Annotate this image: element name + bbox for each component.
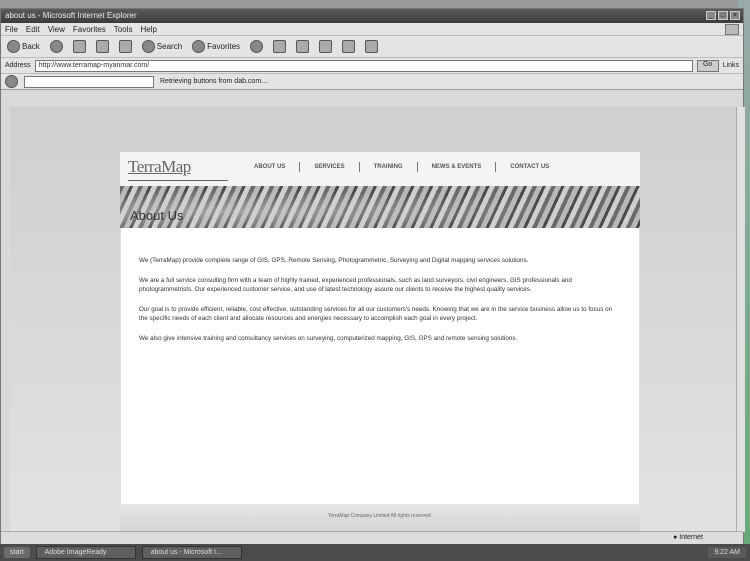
paragraph-2: We are a full service consulting firm wi… [139,277,572,293]
zone-indicator: ● Internet [673,534,703,541]
menu-bar: File Edit View Favorites Tools Help [1,23,743,36]
edit-icon [319,40,333,53]
nav-training[interactable]: TRAINING [358,162,417,172]
mail-button[interactable] [271,39,288,54]
star-icon [192,40,206,53]
back-label: Back [22,42,40,51]
status-bar: ● Internet [1,531,743,544]
menu-edit[interactable]: Edit [26,25,40,34]
logo-text: TerraMap [128,157,191,176]
print-icon [296,40,310,53]
close-button[interactable]: × [730,11,740,20]
menu-view[interactable]: View [48,25,65,34]
favorites-label: Favorites [207,42,241,51]
page-title: About Us [130,208,184,223]
edit-button[interactable] [317,39,334,54]
back-button[interactable]: Back [5,39,42,54]
menu-tools[interactable]: Tools [114,25,133,34]
paragraph-3: Our goal is to provide efficient, reliab… [139,306,613,322]
mail-icon [273,40,287,53]
search-label: Search [156,42,183,51]
address-label: Address [5,62,31,69]
print-button[interactable] [294,39,311,54]
window-title: about us - Microsoft Internet Explorer [5,11,137,20]
toolbar-search-input[interactable] [24,75,154,88]
nav-contact-us[interactable]: CONTACT US [495,162,563,172]
minimize-button[interactable]: _ [706,11,716,20]
paragraph-4: We also give intensive training and cons… [139,335,518,342]
paragraph-1: We (TerraMap) provide complete range of … [139,257,529,264]
nav-news-events[interactable]: NEWS & EVENTS [416,162,496,172]
media-icon [250,40,264,53]
address-bar: Address http://www.terramap-myanmar.com/… [1,58,743,74]
go-button[interactable]: Go [696,59,719,72]
home-button[interactable] [117,39,134,54]
taskbar-item-browser[interactable]: about us - Microsoft I... [141,546,242,559]
page-viewport: TerraMap ABOUT US SERVICES TRAINING NEWS… [10,107,745,532]
menu-file[interactable]: File [5,25,18,34]
toolbar-status-text: Retrieving buttons from dab.com.... [160,78,269,85]
forward-button[interactable] [48,39,65,54]
banner-fade [120,186,640,228]
refresh-button[interactable] [94,39,111,54]
vertical-scrollbar[interactable] [736,107,745,532]
discuss-icon [342,40,356,53]
browser-window: about us - Microsoft Internet Explorer _… [0,8,745,544]
start-button[interactable]: start [4,547,30,558]
title-bar: about us - Microsoft Internet Explorer _… [1,9,743,23]
windows-flag-icon [725,24,739,35]
refresh-icon [95,40,109,53]
header-banner: About Us [120,186,640,228]
messenger-icon [365,40,379,53]
stop-button[interactable] [71,39,88,54]
stop-icon [72,40,86,53]
site-footer: TerraMap Company Limited All rights rese… [120,504,640,532]
standard-toolbar: Back Search Favorites [1,36,743,58]
media-button[interactable] [248,39,265,54]
maximize-button[interactable]: □ [718,11,728,20]
links-toolbar: Retrieving buttons from dab.com.... [1,74,743,90]
links-label[interactable]: Links [723,62,739,69]
favorites-button[interactable]: Favorites [190,39,242,54]
menu-favorites[interactable]: Favorites [73,25,106,34]
system-clock: 9:22 AM [708,547,746,558]
discuss-button[interactable] [340,39,357,54]
zone-label: Internet [679,534,703,541]
nav-about-us[interactable]: ABOUT US [240,162,299,172]
toolbar-logo-icon[interactable] [5,75,18,88]
search-button[interactable]: Search [140,39,184,54]
taskbar-item-imageready[interactable]: Adobe ImageReady [35,546,136,559]
site-logo[interactable]: TerraMap [128,157,228,181]
menu-help[interactable]: Help [140,25,156,34]
taskbar: start Adobe ImageReady about us - Micros… [0,544,750,561]
messenger-button[interactable] [363,39,380,54]
nav-services[interactable]: SERVICES [299,162,358,172]
home-icon [118,40,132,53]
content-area: We (TerraMap) provide complete range of … [120,228,640,504]
back-arrow-icon [7,40,20,53]
website-page: TerraMap ABOUT US SERVICES TRAINING NEWS… [120,152,640,532]
site-nav: ABOUT US SERVICES TRAINING NEWS & EVENTS… [240,162,563,172]
forward-arrow-icon [49,40,63,53]
address-input[interactable]: http://www.terramap-myanmar.com/ [34,59,693,72]
search-icon [141,40,155,53]
